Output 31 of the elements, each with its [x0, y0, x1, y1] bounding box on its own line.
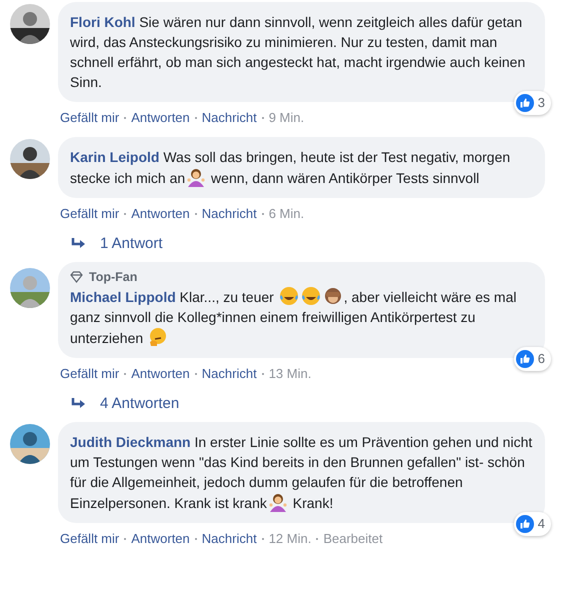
comment-time: 6 Min.: [268, 205, 304, 223]
author-name[interactable]: Flori Kohl: [70, 14, 136, 30]
comment-action-link[interactable]: Gefällt mir: [60, 530, 120, 548]
reaction-count[interactable]: 6: [514, 347, 551, 371]
comment-action-link[interactable]: Nachricht: [202, 205, 257, 223]
comment-time: 12 Min.: [268, 530, 312, 548]
comment-action-link[interactable]: Nachricht: [202, 109, 257, 127]
view-replies-link[interactable]: 1 Antwort: [58, 223, 163, 262]
comment-action-link[interactable]: Nachricht: [202, 530, 257, 548]
comment-action-link[interactable]: Nachricht: [202, 365, 257, 383]
comment-time: 13 Min.: [268, 365, 312, 383]
comment-text: Karin Leipold Was soll das bringen, heute ist der Test negativ, morgen stecke ich mich an wenn, dann wären Antikörper Tests sinnvoll: [70, 148, 512, 188]
author-name[interactable]: Judith Dieckmann: [70, 434, 191, 450]
reaction-count[interactable]: 4: [514, 512, 551, 536]
view-replies-link[interactable]: 4 Antworten: [58, 383, 180, 422]
comment-action-link[interactable]: Antworten: [131, 205, 190, 223]
comment-action-link[interactable]: Antworten: [131, 530, 190, 548]
comment-action-link[interactable]: Gefällt mir: [60, 109, 120, 127]
edited-label: Bearbeitet: [323, 530, 383, 548]
comment-text: Flori Kohl Sie wären nur dann sinnvoll, wenn zeitgleich alles dafür getan wird, das Ansteckungsrisiko zu minimieren. Nur zu testen, damit man schnell erfährt, ob man sich angesteckt hat, macht irgendwie auch keinen Sinn.: [70, 13, 526, 92]
reaction-count[interactable]: 3: [514, 91, 551, 115]
comment-action-link[interactable]: Gefällt mir: [60, 365, 120, 383]
author-name[interactable]: Karin Leipold: [70, 149, 160, 165]
comment-action-link[interactable]: Antworten: [131, 109, 190, 127]
comment-time: 9 Min.: [268, 109, 304, 127]
comment-action-link[interactable]: Gefällt mir: [60, 205, 120, 223]
comment-action-link[interactable]: Antworten: [131, 365, 190, 383]
comment-text: Judith Dieckmann In erster Linie sollte es um Prävention gehen und nicht um Testungen wenn "das Kind bereits in den Brunnen gefallen" ist- schön für die Allgemeinheit, jedoch dumm gelaufen für die betroffenen Einzelpersonen. Krank ist krank Krank!: [70, 433, 533, 513]
top-fan-label: Top-Fan: [89, 269, 138, 286]
comment-text: Michael Lippold Klar..., zu teuer , aber vielleicht wäre es mal ganz sinnvoll die Kolleg*innen einem freiwilligen Antikörpertest zu unterziehen: [70, 286, 533, 348]
author-name[interactable]: Michael Lippold: [70, 289, 176, 305]
